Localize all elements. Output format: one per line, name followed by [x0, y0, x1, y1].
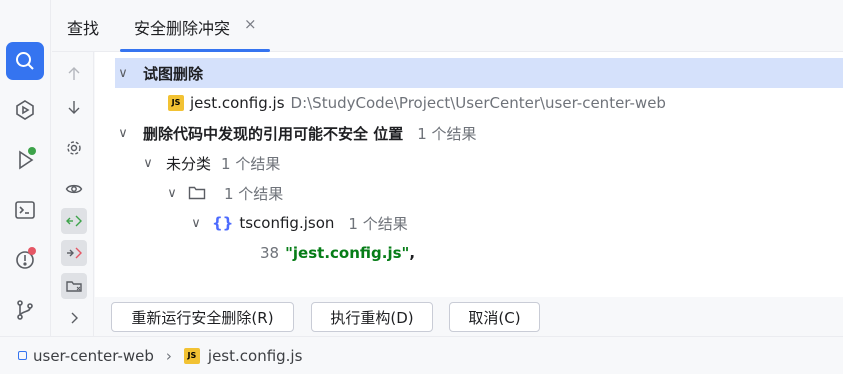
- chevron-down-icon[interactable]: ∨: [188, 216, 204, 231]
- js-file-icon: JS: [183, 347, 200, 364]
- row-label: 删除代码中发现的引用可能不安全 位置: [143, 124, 404, 143]
- git-icon[interactable]: [6, 291, 44, 329]
- row-label: 试图删除: [143, 64, 204, 83]
- result-count: 1 个结果: [224, 184, 284, 203]
- file-path: D:\StudyCode\Project\UserCenter\user-cen…: [290, 94, 666, 112]
- run-icon[interactable]: [6, 141, 44, 179]
- tree-row-uncategorized[interactable]: ∨ 未分类 1 个结果: [140, 148, 843, 178]
- results-toolbar: [52, 52, 94, 336]
- action-bar: 重新运行安全删除(R) 执行重构(D) 取消(C): [95, 297, 843, 336]
- js-file-icon: JS: [168, 95, 184, 111]
- tool-window-tabs: 查找 安全删除冲突 ×: [52, 0, 843, 52]
- problems-icon[interactable]: [6, 241, 44, 279]
- row-label: 未分类: [166, 154, 212, 173]
- json-braces-icon: {}: [212, 214, 234, 232]
- rerun-safe-delete-button[interactable]: 重新运行安全删除(R): [111, 302, 294, 332]
- line-number: 38: [260, 244, 280, 262]
- tree-row-file[interactable]: JS jest.config.js D:\StudyCode\Project\U…: [168, 88, 843, 118]
- arrow-up-icon[interactable]: [61, 61, 87, 87]
- file-name: jest.config.js: [190, 94, 285, 112]
- breadcrumb-file[interactable]: jest.config.js: [208, 347, 303, 365]
- group-by-module-icon[interactable]: [61, 208, 87, 234]
- tab-label: 安全删除冲突: [134, 19, 231, 38]
- group-by-directory-icon[interactable]: [61, 273, 87, 299]
- result-count: 1 个结果: [348, 214, 408, 233]
- problems-status-dot: [28, 247, 36, 255]
- eye-icon[interactable]: [61, 176, 87, 202]
- result-count: 1 个结果: [417, 124, 477, 143]
- tree-row-attempt-delete[interactable]: ∨ 试图删除: [115, 58, 843, 88]
- chevron-down-icon[interactable]: ∨: [115, 126, 131, 141]
- code-suffix: ,: [409, 244, 416, 262]
- breadcrumb-project[interactable]: user-center-web: [33, 347, 154, 365]
- chevron-down-icon[interactable]: ∨: [164, 186, 180, 201]
- chevron-right-icon[interactable]: [61, 305, 87, 331]
- arrow-down-icon[interactable]: [61, 94, 87, 120]
- code-string: "jest.config.js": [285, 244, 410, 262]
- results-tree: ∨ 试图删除 JS jest.config.js D:\StudyCode\Pr…: [95, 52, 843, 297]
- tool-window-bar: [0, 0, 51, 336]
- tree-row-usage-line[interactable]: 38 "jest.config.js" ,: [260, 238, 843, 268]
- breadcrumb: user-center-web › JS jest.config.js: [0, 336, 843, 374]
- tab-safe-delete-conflicts[interactable]: 安全删除冲突 ×: [120, 0, 270, 52]
- close-icon[interactable]: ×: [244, 15, 257, 33]
- tree-row-directory[interactable]: ∨ 1 个结果: [164, 178, 843, 208]
- tree-row-unsafe-references[interactable]: ∨ 删除代码中发现的引用可能不安全 位置 1 个结果: [115, 118, 843, 148]
- do-refactor-button[interactable]: 执行重构(D): [311, 302, 433, 332]
- result-count: 1 个结果: [221, 154, 281, 173]
- terminal-icon[interactable]: [6, 191, 44, 229]
- search-icon[interactable]: [6, 42, 44, 80]
- chevron-down-icon[interactable]: ∨: [115, 66, 131, 81]
- services-icon[interactable]: [6, 91, 44, 129]
- chevron-down-icon[interactable]: ∨: [140, 156, 156, 171]
- file-name: tsconfig.json: [239, 214, 335, 232]
- chevron-right-icon: ›: [165, 346, 172, 365]
- tree-row-tsconfig[interactable]: ∨ {} tsconfig.json 1 个结果: [188, 208, 843, 238]
- cancel-button[interactable]: 取消(C): [449, 302, 540, 332]
- gear-icon[interactable]: [61, 135, 87, 161]
- run-status-dot: [28, 147, 36, 155]
- folder-icon: [188, 185, 206, 201]
- tab-find[interactable]: 查找: [67, 15, 99, 39]
- module-icon: [18, 351, 27, 360]
- group-by-usage-icon[interactable]: [61, 240, 87, 266]
